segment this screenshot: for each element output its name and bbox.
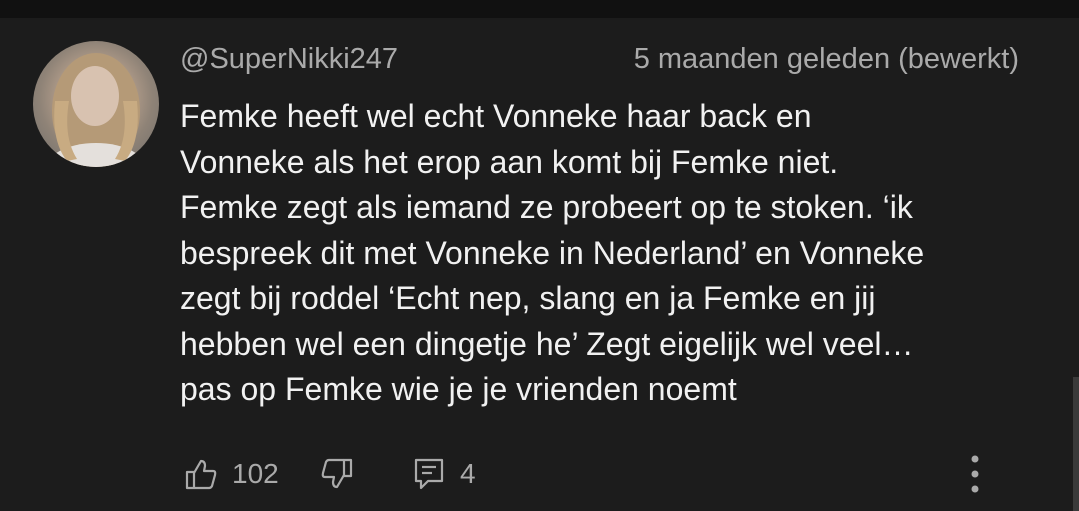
comment-text-line: Femke heeft wel echt Vonneke haar back e… <box>180 98 812 134</box>
comment-text-line: hebben wel een dingetje he’ Zegt eigelij… <box>180 325 914 362</box>
comment-author[interactable]: @SuperNikki247 <box>180 43 398 76</box>
reply-count: 4 <box>460 458 476 489</box>
top-bar <box>0 0 1079 18</box>
thumbs-down-icon[interactable] <box>320 457 354 491</box>
reply-button[interactable]: 4 <box>412 446 476 502</box>
more-options-button[interactable] <box>960 446 990 502</box>
like-button[interactable]: 102 <box>184 446 279 502</box>
comment-text-line: Femke zegt als iemand ze probeert op te … <box>180 189 913 225</box>
comment-text-line: bespreek dit met Vonneke in Nederland’ e… <box>180 234 925 271</box>
scrollbar[interactable] <box>1073 377 1079 511</box>
comment-timestamp[interactable]: 5 maanden geleden (bewerkt) <box>634 43 1019 76</box>
comment-text-line: pas op Femke wie je je vrienden noemt <box>180 371 737 407</box>
comment-text-line: zegt bij roddel ‘Echt nep, slang en ja F… <box>180 280 876 316</box>
more-vertical-icon[interactable] <box>960 452 990 496</box>
comment-item: @SuperNikki247 5 maanden geleden (bewerk… <box>0 18 1079 511</box>
comment-text-line: Vonneke als het erop aan komt bij Femke … <box>180 143 839 180</box>
avatar[interactable] <box>33 41 159 167</box>
reply-comment-icon[interactable] <box>412 457 446 491</box>
like-count: 102 <box>232 458 279 489</box>
dislike-button[interactable] <box>320 446 354 502</box>
comment-actions: 102 4 <box>0 446 1079 502</box>
comment-text: Femke heeft wel echt Vonneke haar back e… <box>180 94 1040 413</box>
thumbs-up-icon[interactable] <box>184 457 218 491</box>
